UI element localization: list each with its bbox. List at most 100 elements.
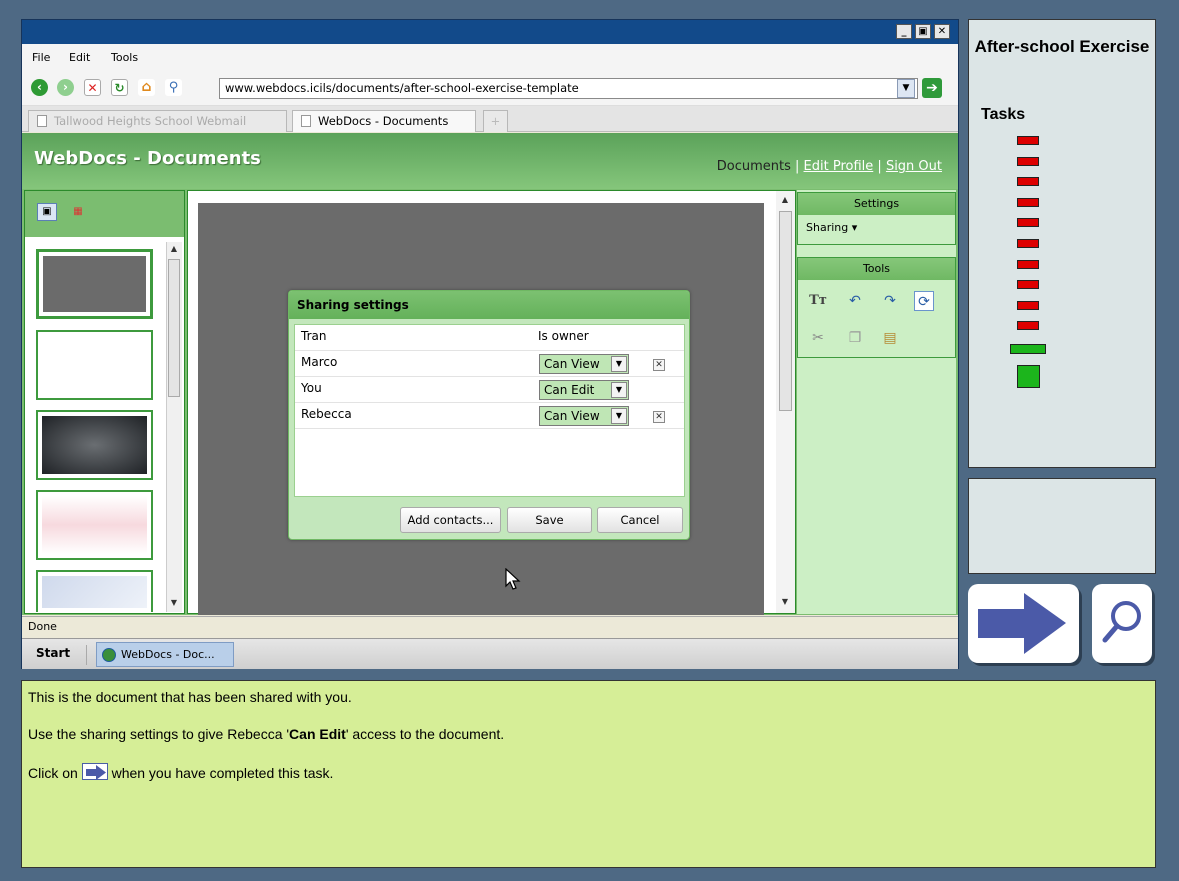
right-sidebar: Settings Sharing ▾ Tools Tт ↶ ↷ ⟳ ✂ ❐ ▤	[797, 190, 956, 614]
right-arrow-icon	[81, 763, 108, 780]
instructions-panel: This is the document that has been share…	[21, 680, 1156, 868]
back-icon[interactable]: ‹	[31, 79, 48, 96]
scroll-up-icon[interactable]: ▲	[167, 242, 181, 256]
documents-link[interactable]: Documents	[717, 159, 791, 174]
scrollbar-thumb[interactable]	[168, 259, 180, 397]
slide-thumbnail[interactable]	[36, 570, 153, 612]
canvas-scrollbar[interactable]: ▲ ▼	[776, 191, 795, 613]
go-button[interactable]: ➔	[922, 78, 942, 98]
permission-value: Can View	[544, 357, 600, 371]
sharing-dropdown[interactable]: Sharing ▾	[798, 215, 955, 234]
remove-user-icon[interactable]: ✕	[653, 359, 665, 371]
paste-icon[interactable]: ▤	[880, 328, 900, 348]
grid-view-icon[interactable]: ▦	[68, 203, 88, 221]
tools-header: Tools	[798, 258, 955, 280]
redo-icon[interactable]: ↷	[880, 291, 900, 311]
text-format-icon[interactable]: Tт	[808, 291, 828, 311]
tab-label: Tallwood Heights School Webmail	[54, 114, 247, 128]
completed-task-marker	[1017, 218, 1039, 228]
taskbar-item-label: WebDocs - Doc...	[121, 648, 215, 661]
sharing-row-tran: Tran Is owner	[295, 325, 684, 351]
thumbnail-scrollbar[interactable]: ▲ ▼	[166, 242, 182, 612]
menu-edit[interactable]: Edit	[69, 51, 90, 64]
home-icon[interactable]: ⌂	[138, 79, 155, 96]
completed-task-marker	[1017, 239, 1039, 248]
tab-label: WebDocs - Documents	[318, 114, 449, 128]
link-separator: |	[877, 159, 882, 174]
address-bar[interactable]: www.webdocs.icils/documents/after-school…	[219, 78, 918, 99]
sign-out-link[interactable]: Sign Out	[886, 159, 942, 174]
completed-task-marker	[1017, 156, 1039, 166]
mouse-cursor-icon	[505, 568, 521, 590]
browser-icon	[102, 648, 116, 662]
cancel-button[interactable]: Cancel	[597, 507, 683, 533]
start-button[interactable]: Start	[36, 646, 70, 660]
navigation-toolbar: ‹ › ✕ ↻ ⌂ ⚲ www.webdocs.icils/documents/…	[22, 70, 958, 106]
settings-header: Settings	[798, 193, 955, 215]
remaining-task-marker	[1017, 365, 1040, 388]
sharing-settings-dialog: Sharing settings Tran Is owner Marco Can…	[288, 290, 690, 540]
completed-task-marker	[1017, 177, 1039, 187]
instruction-text: ' access to the document.	[345, 726, 505, 742]
permission-select-rebecca[interactable]: Can View ▼	[539, 406, 629, 426]
cut-icon[interactable]: ✂	[808, 328, 828, 348]
slide-thumbnail-panel: ▣ ▦ ▲ ▼	[24, 190, 185, 614]
dialog-title: Sharing settings	[289, 291, 689, 319]
copy-icon[interactable]: ❐	[845, 328, 865, 348]
edit-profile-link[interactable]: Edit Profile	[804, 159, 874, 174]
instruction-line: This is the document that has been share…	[28, 689, 352, 705]
task-panel: After-school Exercise Tasks	[968, 19, 1156, 468]
settings-panel: Settings Sharing ▾	[797, 192, 956, 245]
completed-task-marker	[1017, 259, 1039, 269]
instruction-text: Use the sharing settings to give Rebecca…	[28, 726, 290, 742]
forward-icon[interactable]: ›	[57, 79, 74, 96]
minimize-button[interactable]: _	[896, 24, 912, 39]
next-task-button[interactable]	[968, 584, 1079, 663]
new-tab-button[interactable]: +	[483, 110, 508, 132]
app-title: WebDocs - Documents	[34, 148, 261, 169]
menu-bar: File Edit Tools	[22, 44, 958, 70]
scroll-up-icon[interactable]: ▲	[778, 193, 792, 207]
refresh-icon[interactable]: ↻	[111, 79, 128, 96]
close-button[interactable]: ✕	[934, 24, 950, 39]
slide-thumbnail[interactable]	[36, 330, 153, 400]
chevron-down-icon[interactable]: ▼	[611, 382, 627, 398]
completed-task-marker	[1017, 300, 1039, 310]
instruction-line: Use the sharing settings to give Rebecca…	[28, 726, 504, 742]
stop-icon[interactable]: ✕	[84, 79, 101, 96]
instruction-line: Click on when you have completed this ta…	[28, 763, 333, 781]
permission-select-you[interactable]: Can Edit ▼	[539, 380, 629, 400]
address-dropdown-icon[interactable]: ▼	[897, 79, 915, 98]
chevron-down-icon[interactable]: ▼	[611, 408, 627, 424]
tab-webmail[interactable]: Tallwood Heights School Webmail	[28, 110, 287, 132]
instruction-text: when you have completed this task.	[111, 765, 334, 781]
menu-file[interactable]: File	[32, 51, 50, 64]
menu-tools[interactable]: Tools	[111, 51, 138, 64]
slide-thumbnail[interactable]	[36, 249, 153, 319]
scroll-down-icon[interactable]: ▼	[778, 595, 792, 609]
scroll-down-icon[interactable]: ▼	[167, 596, 181, 610]
completed-task-marker	[1017, 321, 1039, 331]
tab-webdocs[interactable]: WebDocs - Documents	[292, 110, 476, 132]
note-panel	[968, 478, 1156, 574]
maximize-button[interactable]: ▣	[915, 24, 931, 39]
save-button[interactable]: Save	[507, 507, 592, 533]
insert-icon[interactable]: ⟳	[914, 291, 934, 311]
magnify-button[interactable]	[1092, 584, 1152, 663]
right-arrow-icon	[978, 593, 1066, 654]
search-icon[interactable]: ⚲	[165, 79, 182, 96]
add-contacts-button[interactable]: Add contacts...	[400, 507, 501, 533]
permission-select-marco[interactable]: Can View ▼	[539, 354, 629, 374]
status-bar: Done	[22, 616, 958, 636]
taskbar-item-webdocs[interactable]: WebDocs - Doc...	[96, 642, 234, 667]
sharing-list: Tran Is owner Marco Can View ▼ ✕ You Can…	[294, 324, 685, 497]
slide-view-icon[interactable]: ▣	[37, 203, 57, 221]
chevron-down-icon[interactable]: ▼	[611, 356, 627, 372]
remove-user-icon[interactable]: ✕	[653, 411, 665, 423]
user-name: Rebecca	[301, 407, 352, 421]
scrollbar-thumb[interactable]	[779, 211, 792, 411]
undo-icon[interactable]: ↶	[845, 291, 865, 311]
slide-thumbnail[interactable]	[36, 490, 153, 560]
slide-thumbnail[interactable]	[36, 410, 153, 480]
permission-value: Can View	[544, 409, 600, 423]
